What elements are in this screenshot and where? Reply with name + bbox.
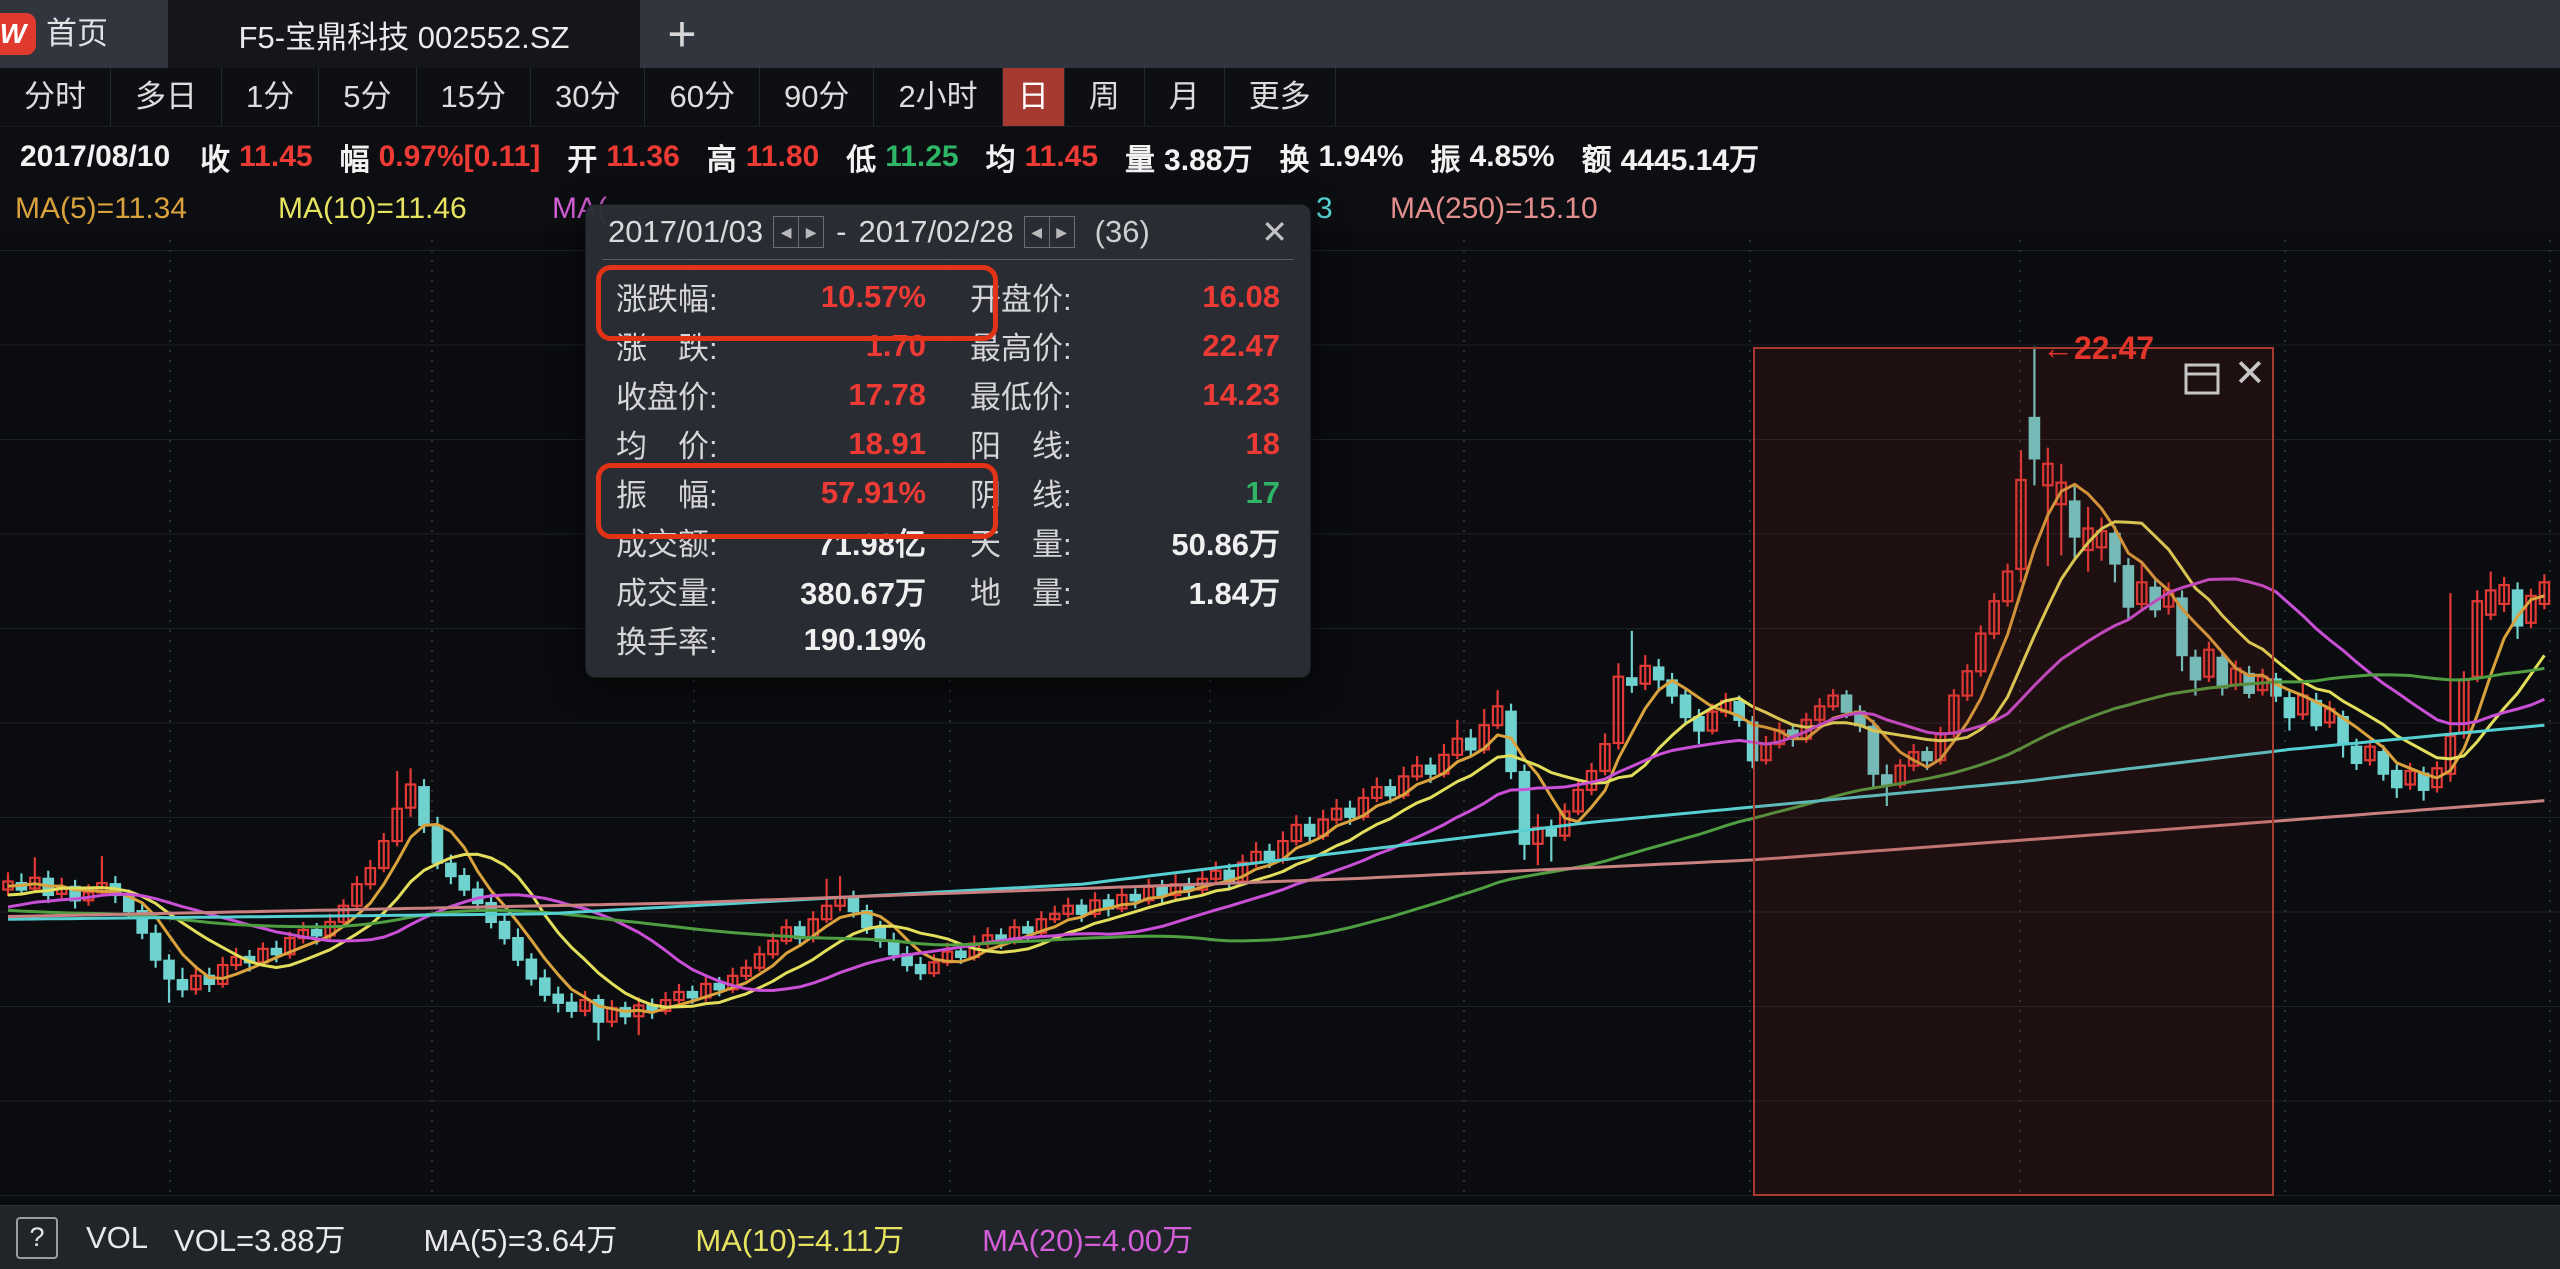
ma-value-label: MA(250)=15.10 — [1390, 186, 1598, 232]
stat-row: 开盘价:16.08 — [970, 272, 1280, 321]
quote-field: 低11.25 — [846, 135, 958, 179]
stat-row: 均 价:18.91 — [616, 419, 926, 468]
selection-stats-window-icon[interactable] — [2184, 363, 2220, 395]
bar-count: (36) — [1095, 214, 1150, 250]
stat-row: 最低价:14.23 — [970, 370, 1280, 419]
date-range-dash: - — [836, 214, 846, 250]
period-tab-60分[interactable]: 60分 — [645, 68, 759, 126]
period-tab-30分[interactable]: 30分 — [531, 68, 645, 126]
stat-row: 成交额:71.98亿 — [616, 517, 926, 566]
indicator-name[interactable]: VOL — [86, 1220, 148, 1256]
period-tab-更多[interactable]: 更多 — [1225, 68, 1336, 126]
stat-row: 涨跌幅:10.57% — [616, 272, 926, 321]
end-date-next-button[interactable]: ▶ — [1050, 217, 1074, 247]
quote-field: 振4.85% — [1431, 135, 1555, 179]
stat-row: 振 幅:57.91% — [616, 468, 926, 517]
period-tab-月[interactable]: 月 — [1145, 68, 1225, 126]
volume-indicator-bar: ? VOL VOL=3.88万 MA(5)=3.64万 MA(10)=4.11万 MA… — [0, 1205, 2560, 1269]
tab-stock-chart[interactable]: F5-宝鼎科技 002552.SZ — [168, 0, 640, 68]
range-stats-popup[interactable]: 2017/01/03 ◀ ▶ - 2017/02/28 ◀ ▶ (36) ✕ 涨… — [585, 204, 1311, 678]
period-bar: 分时多日1分5分15分30分60分90分2小时日周月更多 — [0, 68, 2560, 127]
high-price-annotation: ←22.47 — [2042, 330, 2154, 367]
period-tab-1分[interactable]: 1分 — [222, 68, 319, 126]
ma-value-label: 3 — [1316, 186, 1333, 232]
volume-ma-label: MA(20)=4.00万 — [982, 1215, 1193, 1260]
quote-field: 量3.88万 — [1125, 135, 1252, 179]
stat-row: 最高价:22.47 — [970, 321, 1280, 370]
start-date-next-button[interactable]: ▶ — [799, 217, 823, 247]
stat-row: 天 量:50.86万 — [970, 517, 1280, 566]
home-tab-label: 首页 — [46, 0, 108, 68]
quote-field: 均11.45 — [986, 135, 1098, 179]
volume-ma-label: MA(10)=4.11万 — [695, 1215, 904, 1260]
stat-row: 阳 线:18 — [970, 419, 1280, 468]
window-tab-bar: W 首页 F5-宝鼎科技 002552.SZ + — [0, 0, 2560, 68]
popup-header: 2017/01/03 ◀ ▶ - 2017/02/28 ◀ ▶ (36) ✕ — [586, 205, 1310, 259]
quote-field: 换1.94% — [1279, 135, 1403, 179]
period-tab-2小时[interactable]: 2小时 — [874, 68, 1002, 126]
period-tab-分时[interactable]: 分时 — [0, 68, 111, 126]
period-tab-多日[interactable]: 多日 — [111, 68, 222, 126]
period-tab-15分[interactable]: 15分 — [417, 68, 531, 126]
quote-field: 幅0.97%[0.11] — [340, 135, 541, 179]
popup-close-icon[interactable]: ✕ — [1261, 213, 1288, 251]
tab-home[interactable]: W 首页 — [0, 0, 168, 68]
period-tab-90分[interactable]: 90分 — [760, 68, 874, 126]
end-date-stepper: ◀ ▶ — [1024, 216, 1075, 248]
new-tab-button[interactable]: + — [652, 0, 712, 68]
stat-row: 收盘价:17.78 — [616, 370, 926, 419]
start-date-stepper: ◀ ▶ — [773, 216, 824, 248]
end-date-prev-button[interactable]: ◀ — [1025, 217, 1050, 247]
period-tab-日[interactable]: 日 — [1003, 68, 1065, 126]
quote-field: 高11.80 — [707, 135, 819, 179]
stat-row: 成交量:380.67万 — [616, 566, 926, 615]
quote-field: 额4445.14万 — [1582, 135, 1759, 179]
volume-ma-label: VOL=3.88万 — [174, 1215, 345, 1260]
stat-row: 阴 线:17 — [970, 468, 1280, 517]
stat-row: 换手率:190.19% — [616, 615, 926, 664]
quote-field: 开11.36 — [567, 135, 679, 179]
quote-bar: 2017/08/10 收11.45 幅0.97%[0.11] 开11.36 高11.8… — [0, 127, 2560, 187]
stat-row: 涨 跌:1.70 — [616, 321, 926, 370]
ma-value-label: MA(10)=11.46 — [278, 186, 467, 232]
volume-ma-label: MA(5)=3.64万 — [424, 1215, 618, 1260]
wind-logo-icon: W — [0, 13, 36, 55]
range-selection-box[interactable] — [1753, 347, 2274, 1196]
quote-field: 收11.45 — [200, 135, 312, 179]
quote-date: 2017/08/10 — [20, 140, 170, 174]
start-date-prev-button[interactable]: ◀ — [774, 217, 799, 247]
stat-row: 地 量:1.84万 — [970, 566, 1280, 615]
help-icon[interactable]: ? — [16, 1217, 58, 1259]
ma-value-label: MA(5)=11.34 — [15, 186, 187, 232]
selection-close-icon[interactable]: ✕ — [2234, 352, 2266, 396]
end-date[interactable]: 2017/02/28 — [858, 214, 1013, 250]
start-date[interactable]: 2017/01/03 — [608, 214, 763, 250]
period-tab-5分[interactable]: 5分 — [319, 68, 416, 126]
period-tab-周[interactable]: 周 — [1065, 68, 1145, 126]
popup-body: 涨跌幅:10.57%涨 跌:1.70收盘价:17.78均 价:18.91振 幅:… — [586, 260, 1310, 664]
